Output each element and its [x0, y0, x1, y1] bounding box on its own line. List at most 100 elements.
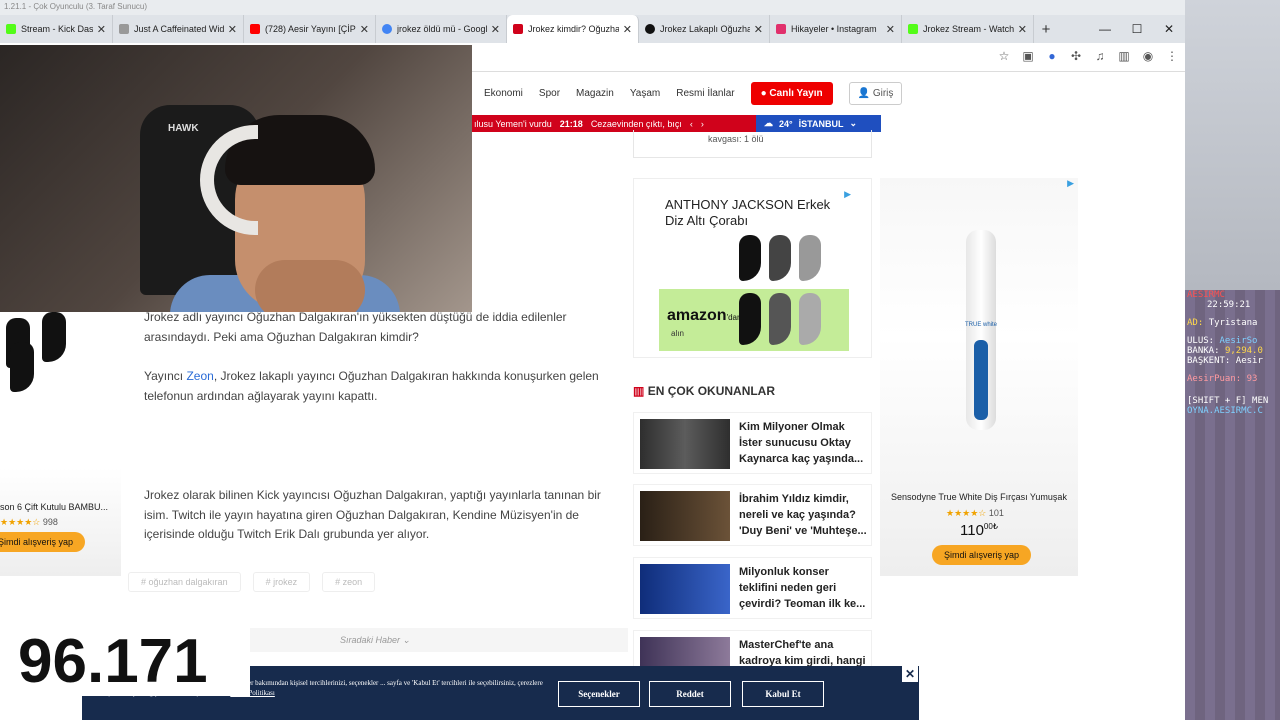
- star-icon[interactable]: ☆: [997, 48, 1011, 64]
- live-button[interactable]: ● Canlı Yayın: [750, 81, 833, 105]
- tag-jrokez[interactable]: # jrokez: [252, 572, 311, 592]
- tab-jrokez-lakapli[interactable]: Jrokez Lakaplı Oğuzhan ✕: [639, 15, 770, 43]
- tab-kick-dashboard[interactable]: Stream - Kick Dashboard ✕: [0, 15, 113, 43]
- tab-kick-stream[interactable]: Jrokez Stream - Watch Live ✕: [902, 15, 1034, 43]
- brand-label: TRUE white: [964, 322, 997, 328]
- minimize-icon[interactable]: —: [1089, 15, 1121, 43]
- weather-city: İSTANBUL: [798, 118, 844, 129]
- cookie-reject-button[interactable]: Reddet: [649, 681, 731, 707]
- tab-label: jrokez öldü mü - Google: [397, 24, 487, 34]
- adchoices-icon[interactable]: ▶: [1067, 178, 1074, 189]
- tag-oguzhan[interactable]: # oğuzhan dalgakıran: [128, 572, 241, 592]
- prev-icon[interactable]: ‹: [690, 119, 693, 129]
- hud-time: 22:59:21: [1207, 300, 1251, 310]
- tab-article[interactable]: Jrokez kimdir? Oğuzhan ✕: [507, 15, 639, 43]
- nav-item-yasam[interactable]: Yaşam: [630, 88, 660, 99]
- socks-ad[interactable]: ▶ ANTHONY JACKSON Erkek Diz Altı Çorabı …: [633, 178, 872, 358]
- hud-shift: [SHIFT + F] MEN: [1187, 396, 1269, 406]
- rating-count: 998: [42, 517, 58, 527]
- instagram-icon: [776, 24, 786, 34]
- news-title: Kim Milyoner Olmak İster sunucusu Oktay …: [739, 421, 864, 465]
- media-icon[interactable]: ♫: [1093, 48, 1107, 64]
- ticker-item[interactable]: ılusu Yemen'i vurdu: [474, 119, 552, 129]
- google-icon: [382, 24, 392, 34]
- sidebar-news-fragment[interactable]: kavgası: 1 ölü: [633, 130, 872, 158]
- close-icon[interactable]: ✕: [491, 23, 500, 36]
- ticker-time: 21:18: [559, 118, 583, 129]
- article-paragraph: Yayıncı Zeon, Jrokez lakaplı yayıncı Oğu…: [144, 367, 604, 406]
- close-window-icon[interactable]: ✕: [1153, 15, 1185, 43]
- tab-caffeinated[interactable]: Just A Caffeinated Widget ✕: [113, 15, 244, 43]
- price-cents: 00₺: [983, 522, 998, 531]
- close-icon[interactable]: ✕: [886, 23, 895, 36]
- toolbar-icons: ☆ ▣ ● ✣ ♫ ▥ ◉ ⋮: [997, 48, 1179, 64]
- adchoices-icon[interactable]: ▶: [844, 189, 851, 200]
- close-icon[interactable]: ✕: [360, 23, 369, 36]
- close-icon[interactable]: ✕: [228, 23, 237, 36]
- weather-temp: 24°: [779, 118, 793, 129]
- nav-item-resmi-ilanlar[interactable]: Resmi İlanlar: [676, 88, 734, 99]
- hud-label: BAŞKENT:: [1187, 356, 1231, 366]
- hud-player-line: AD: Tyristana: [1187, 318, 1257, 328]
- tab-youtube[interactable]: (728) Aesir Yayını [ÇİPS] ✕: [244, 15, 376, 43]
- hud-label: ULUS:: [1187, 336, 1215, 346]
- menu-icon[interactable]: ⋮: [1165, 48, 1179, 64]
- webcam-overlay: HAWK: [0, 45, 472, 312]
- toothbrush-image: TRUE white: [965, 230, 997, 430]
- nav-item-ekonomi[interactable]: Ekonomi: [484, 88, 523, 99]
- close-icon[interactable]: ✕: [623, 23, 632, 36]
- close-icon[interactable]: ✕: [97, 23, 106, 36]
- login-button[interactable]: 👤 Giriş: [848, 81, 903, 105]
- nav-item-spor[interactable]: Spor: [539, 88, 560, 99]
- cookie-accept-button[interactable]: Kabul Et: [742, 681, 824, 707]
- sock-image: [10, 342, 34, 392]
- close-icon[interactable]: ✕: [754, 23, 763, 36]
- new-tab-button[interactable]: +: [1034, 21, 1058, 38]
- most-read-item[interactable]: Kim Milyoner Olmak İster sunucusu Oktay …: [633, 412, 872, 474]
- sock-image: [42, 312, 66, 362]
- hud-ulus: ULUS: AesirSo: [1187, 336, 1257, 346]
- cookie-options-button[interactable]: Seçenekler: [558, 681, 640, 707]
- extension-icon[interactable]: ▣: [1021, 48, 1035, 64]
- next-label: Sıradaki Haber: [339, 635, 400, 645]
- article-paragraph: Jrokez olarak bilinen Kick yayıncısı Oğu…: [144, 488, 601, 541]
- left-ad-shop-button[interactable]: Şimdi alışveriş yap: [0, 532, 86, 552]
- streamer-hand: [255, 260, 365, 312]
- socks-ad-title: ANTHONY JACKSON Erkek Diz Altı Çorabı: [665, 197, 831, 228]
- close-icon[interactable]: ✕: [902, 666, 918, 682]
- tag-zeon[interactable]: # zeon: [322, 572, 376, 592]
- tab-label: Just A Caffeinated Widget: [134, 24, 224, 34]
- puzzle-icon[interactable]: ✣: [1069, 48, 1083, 64]
- avatar[interactable]: ◉: [1141, 48, 1155, 64]
- toothbrush-ad[interactable]: ▶ TRUE white Sensodyne True White Diş Fı…: [880, 178, 1078, 576]
- sidepanel-icon[interactable]: ▥: [1117, 48, 1131, 64]
- maximize-icon[interactable]: ☐: [1121, 15, 1153, 43]
- tab-instagram[interactable]: Hikayeler • Instagram ✕: [770, 15, 902, 43]
- extension-icon[interactable]: ●: [1045, 48, 1059, 64]
- chevron-down-icon: ⌄: [849, 118, 858, 128]
- window-title: 1.21.1 - Çok Oyunculu (3. Taraf Sunucu): [0, 0, 1185, 15]
- sock-image: [739, 235, 761, 281]
- hud-value: 9,294.0: [1224, 346, 1263, 356]
- close-icon[interactable]: ✕: [1018, 23, 1027, 36]
- left-ad[interactable]: son 6 Çift Kutulu BAMBU... ★★★★☆ 998 Şim…: [0, 306, 121, 576]
- sock-image: [799, 235, 821, 281]
- youtube-icon: [250, 24, 260, 34]
- next-icon[interactable]: ›: [701, 119, 704, 129]
- rating-count: 101: [988, 508, 1004, 518]
- most-read-item[interactable]: İbrahim Yıldız kimdir, nereli ve kaç yaş…: [633, 484, 872, 546]
- left-ad-rating: ★★★★☆ 998: [0, 517, 58, 527]
- right-ad-shop-button[interactable]: Şimdi alışveriş yap: [932, 545, 1032, 565]
- tab-label: Stream - Kick Dashboard: [21, 24, 93, 34]
- amazon-text: amazon: [667, 307, 727, 324]
- amazon-banner[interactable]: amazon'dan alın: [659, 289, 849, 351]
- hud-banka: BANKA: 9,294.0: [1187, 346, 1263, 356]
- ticker-item[interactable]: Cezaevinden çıktı, bıçı: [591, 119, 682, 129]
- zeon-link[interactable]: Zeon: [186, 369, 213, 383]
- price-main: 110: [960, 522, 984, 539]
- tab-google[interactable]: jrokez öldü mü - Google ✕: [376, 15, 507, 43]
- nav-item-magazin[interactable]: Magazin: [576, 88, 614, 99]
- left-ad-name: son 6 Çift Kutulu BAMBU...: [0, 502, 109, 512]
- most-read-item[interactable]: Milyonluk konser teklifini neden geri çe…: [633, 557, 872, 619]
